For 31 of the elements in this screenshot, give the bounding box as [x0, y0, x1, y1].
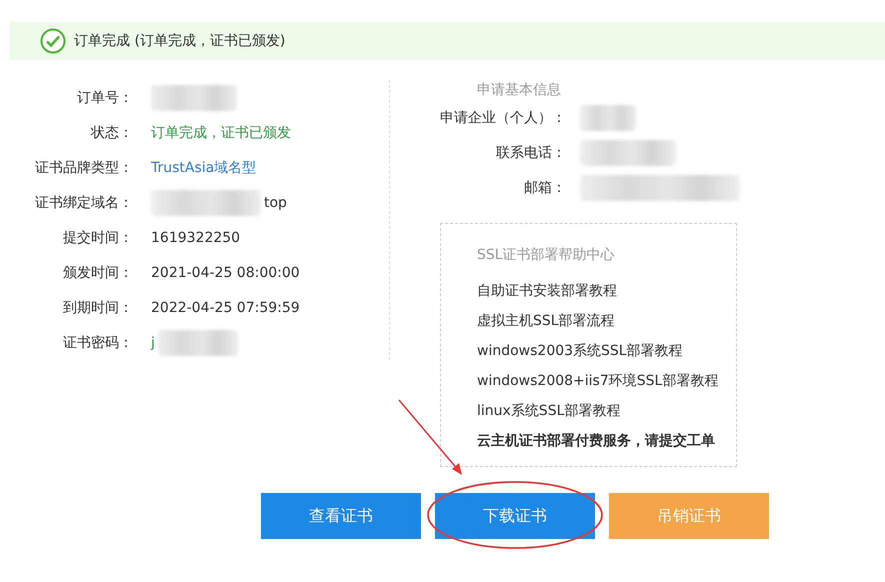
check-circle-icon	[40, 28, 66, 54]
certificate-button[interactable]: 查看证书	[261, 493, 421, 539]
field-label: 邮箱：	[523, 178, 566, 196]
certificate-button[interactable]: 下载证书	[435, 493, 595, 539]
field-label: 证书绑定域名：	[34, 194, 133, 212]
help-link[interactable]: linux系统SSL部署教程	[477, 396, 736, 426]
help-title: SSL证书部署帮助中心	[477, 246, 616, 265]
field-label: 证书密码：	[62, 334, 133, 352]
field-value: j	[151, 334, 155, 350]
help-link[interactable]: windows2008+iis7环境SSL部署教程	[477, 366, 736, 396]
field-label: 订单号：	[76, 88, 133, 106]
help-link[interactable]: 虚拟主机SSL部署流程	[477, 306, 736, 336]
help-link[interactable]: 云主机证书部署付费服务，请提交工单	[477, 426, 736, 456]
field-label: 申请企业（个人）：	[439, 108, 566, 126]
field-value: top	[264, 194, 287, 210]
redacted-blur	[580, 104, 636, 130]
banner-text: 订单完成 (订单完成，证书已颁发)	[74, 32, 286, 50]
field-label: 联系电话：	[495, 144, 566, 162]
status-text: 订单完成，证书已颁发	[151, 124, 291, 142]
field-label: 提交时间：	[62, 228, 133, 246]
field-value: 1619322250	[151, 230, 240, 246]
field-label: 到期时间：	[62, 298, 133, 316]
section-title: 申请基本信息	[476, 81, 562, 100]
help-link[interactable]: windows2003系统SSL部署教程	[477, 336, 736, 366]
field-label: 状态：	[90, 124, 133, 142]
field-label: 颁发时间：	[62, 264, 133, 282]
field-value: 2021-04-25 08:00:00	[151, 264, 300, 280]
field-label: 证书品牌类型：	[34, 158, 133, 176]
brand-link[interactable]: TrustAsia域名型	[151, 158, 256, 176]
field-value: 2022-04-25 07:59:59	[151, 300, 300, 316]
help-link[interactable]: 自助证书安装部署教程	[477, 276, 736, 306]
